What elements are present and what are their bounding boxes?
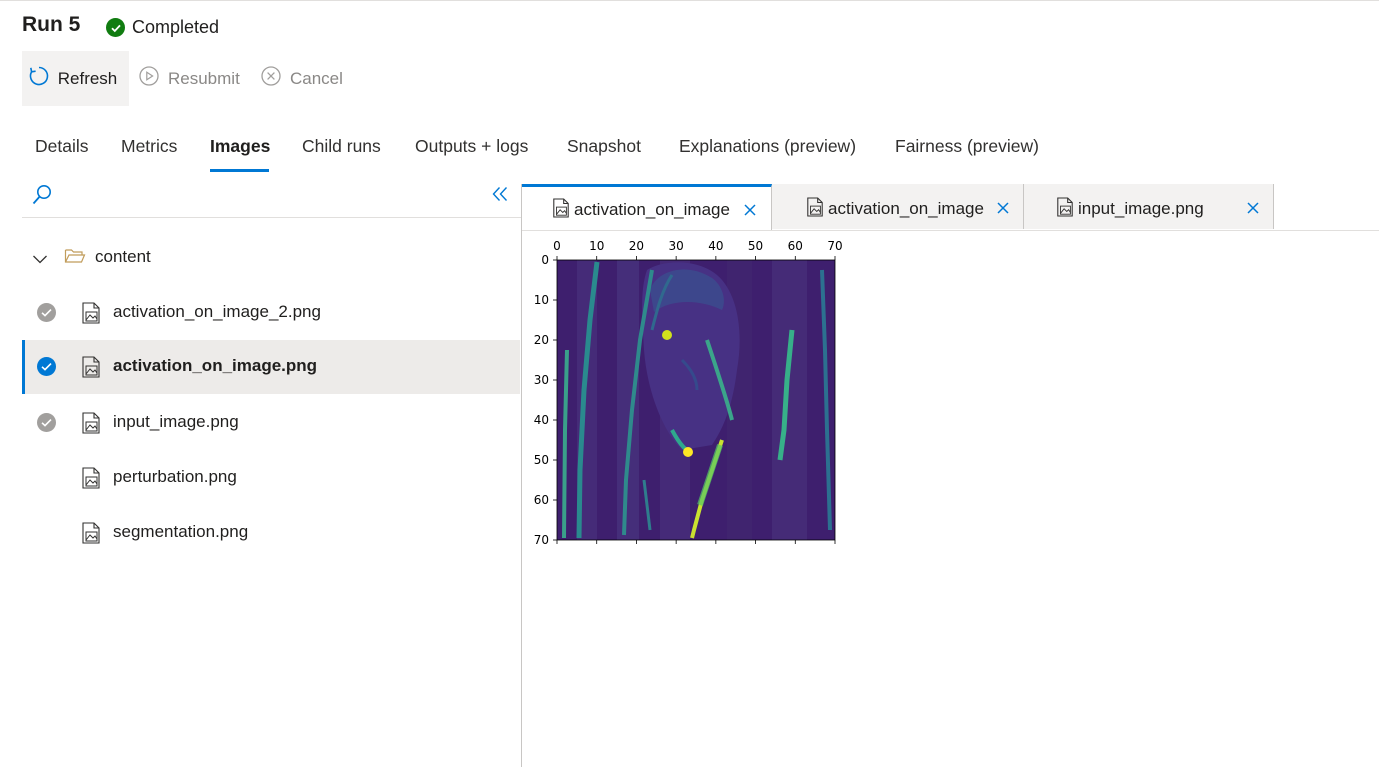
doc-tab-activation-on-image[interactable]: activation_on_image xyxy=(522,184,772,230)
top-border xyxy=(0,0,1379,1)
x-tick-label: 60 xyxy=(788,239,803,253)
activation-heatmap-plot: 0 10 20 30 40 50 60 70 0 10 20 30 40 50 60 70 xyxy=(534,239,843,547)
refresh-label: Refresh xyxy=(57,68,118,88)
image-file-icon xyxy=(81,467,101,494)
y-tick-label: 0 xyxy=(541,253,549,267)
y-tick-label: 40 xyxy=(534,413,549,427)
tab-explanations[interactable]: Explanations (preview) xyxy=(679,136,856,157)
cancel-circle-icon xyxy=(260,65,282,92)
tab-child-runs[interactable]: Child runs xyxy=(302,136,381,157)
active-tab-indicator xyxy=(210,169,269,172)
file-row[interactable]: perturbation.png xyxy=(22,451,520,505)
collapse-panel-icon[interactable] xyxy=(491,185,509,208)
image-tabs: activation_on_image activation_on_image … xyxy=(522,184,1379,231)
cancel-button[interactable]: Cancel xyxy=(260,51,343,106)
chevron-down-icon[interactable] xyxy=(32,252,48,270)
tab-snapshot[interactable]: Snapshot xyxy=(567,136,641,157)
checkmark-circle-icon[interactable] xyxy=(37,357,56,376)
tab-details[interactable]: Details xyxy=(35,136,89,157)
close-icon[interactable] xyxy=(744,203,756,216)
activation-heatmap-image xyxy=(556,259,836,541)
image-file-icon xyxy=(81,522,101,549)
x-tick-label: 30 xyxy=(669,239,684,253)
doc-tab-input-image[interactable]: input_image.png xyxy=(1024,184,1274,229)
image-file-icon xyxy=(81,302,101,329)
folder-row[interactable]: content xyxy=(22,241,520,277)
image-file-icon xyxy=(81,356,101,383)
run-title: Run 5 xyxy=(22,13,81,36)
x-tick-label: 10 xyxy=(589,239,604,253)
search-bar[interactable] xyxy=(22,176,521,218)
file-name: activation_on_image.png xyxy=(113,356,318,375)
file-row[interactable]: segmentation.png xyxy=(22,506,520,560)
doc-tab-activation-on-image-2[interactable]: activation_on_image xyxy=(772,184,1024,229)
file-name: perturbation.png xyxy=(113,467,237,486)
heatmap-band xyxy=(617,260,639,540)
file-row-selected[interactable]: activation_on_image.png xyxy=(22,340,520,394)
status-text: Completed xyxy=(132,17,220,37)
file-browser: content activation_on_image_2.png activa… xyxy=(22,176,521,767)
file-row[interactable]: input_image.png xyxy=(22,396,520,450)
doc-tab-label: activation_on_image xyxy=(574,200,730,219)
checkmark-circle-icon[interactable] xyxy=(37,303,56,322)
x-tick-label: 50 xyxy=(748,239,763,253)
close-icon[interactable] xyxy=(997,201,1009,214)
tab-fairness[interactable]: Fairness (preview) xyxy=(895,136,1039,157)
y-tick-label: 20 xyxy=(534,333,549,347)
x-tick-label: 0 xyxy=(553,239,561,253)
file-name: activation_on_image_2.png xyxy=(113,302,321,321)
search-icon[interactable] xyxy=(31,183,53,212)
y-tick-label: 10 xyxy=(534,293,549,307)
tab-images[interactable]: Images xyxy=(210,136,270,157)
image-file-icon xyxy=(806,197,824,222)
x-tick-label: 20 xyxy=(629,239,644,253)
refresh-button[interactable]: Refresh xyxy=(22,51,129,106)
folder-label: content xyxy=(95,247,151,266)
image-file-icon xyxy=(81,412,101,439)
file-row[interactable]: activation_on_image_2.png xyxy=(22,286,520,340)
image-file-icon xyxy=(1056,197,1074,222)
run-tabs: Details Metrics Images Child runs Output… xyxy=(0,128,1100,174)
close-icon[interactable] xyxy=(1247,201,1259,214)
status-badge: Completed xyxy=(106,17,219,38)
play-circle-icon xyxy=(138,65,160,92)
refresh-icon xyxy=(28,65,50,92)
x-tick-label: 40 xyxy=(708,239,723,253)
image-viewer: 0 10 20 30 40 50 60 70 0 10 20 30 40 50 60 70 xyxy=(522,230,862,565)
y-tick-label: 60 xyxy=(534,493,549,507)
resubmit-button[interactable]: Resubmit xyxy=(138,51,240,106)
heatmap-hotspot xyxy=(683,447,693,457)
y-tick-label: 30 xyxy=(534,373,549,387)
checkmark-circle-icon[interactable] xyxy=(37,413,56,432)
x-tick-label: 70 xyxy=(827,239,842,253)
tab-outputs-logs[interactable]: Outputs + logs xyxy=(415,136,528,157)
file-name: segmentation.png xyxy=(113,522,249,541)
heatmap-hotspot xyxy=(662,330,672,340)
y-tick-label: 70 xyxy=(534,533,549,547)
heatmap-band xyxy=(772,260,807,540)
checkmark-circle-icon xyxy=(106,18,125,37)
y-tick-label: 50 xyxy=(534,453,549,467)
tab-metrics[interactable]: Metrics xyxy=(121,136,177,157)
doc-tab-label: activation_on_image xyxy=(828,199,984,218)
doc-tab-label: input_image.png xyxy=(1078,199,1204,218)
image-file-icon xyxy=(552,198,570,223)
resubmit-label: Resubmit xyxy=(168,68,240,88)
y-axis-ticks: 0 10 20 30 40 50 60 70 xyxy=(534,253,557,547)
file-name: input_image.png xyxy=(113,412,239,431)
cancel-label: Cancel xyxy=(290,68,343,88)
folder-open-icon xyxy=(64,247,86,270)
